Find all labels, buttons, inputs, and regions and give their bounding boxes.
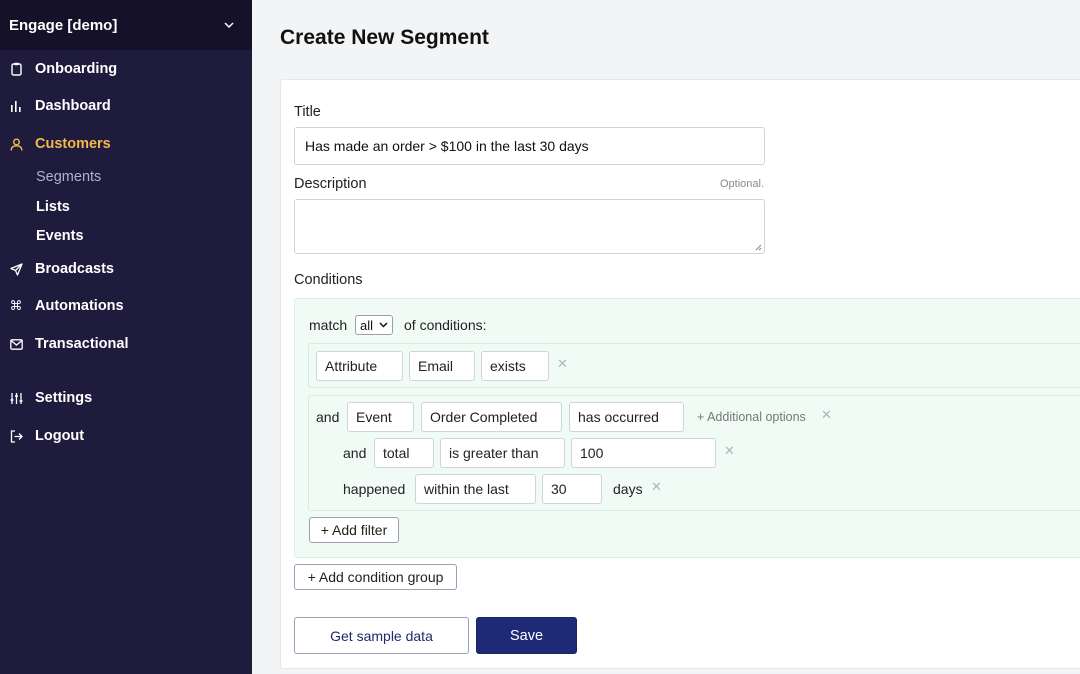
condition-type-select[interactable]: Event bbox=[347, 402, 414, 432]
nav-broadcasts[interactable]: Broadcasts bbox=[0, 257, 252, 281]
subnav-segments[interactable]: Segments bbox=[36, 169, 101, 185]
nav-automations[interactable]: ⌘ Automations bbox=[0, 294, 252, 318]
sidebar: Engage [demo] Onboarding Dashboard Custo… bbox=[0, 0, 252, 674]
event-name-select[interactable]: Order Completed bbox=[421, 402, 562, 432]
add-filter-button[interactable]: + Add filter bbox=[309, 517, 399, 543]
page-title: Create New Segment bbox=[280, 26, 489, 49]
workspace-name: Engage [demo] bbox=[9, 16, 118, 34]
additional-options-link[interactable]: + Additional options bbox=[697, 410, 806, 424]
title-input[interactable]: Has made an order > $100 in the last 30 … bbox=[294, 127, 765, 165]
attribute-field-select[interactable]: Email bbox=[409, 351, 475, 381]
nav-logout[interactable]: Logout bbox=[0, 424, 252, 448]
chevron-down-icon bbox=[379, 322, 388, 328]
get-sample-data-button[interactable]: Get sample data bbox=[294, 617, 469, 654]
command-icon: ⌘ bbox=[9, 298, 23, 314]
match-select[interactable]: all bbox=[355, 315, 394, 335]
optional-hint: Optional. bbox=[720, 178, 765, 190]
event-operator-select[interactable]: has occurred bbox=[569, 402, 684, 432]
nav-label: Broadcasts bbox=[35, 261, 114, 277]
time-value-input[interactable]: 30 bbox=[542, 474, 602, 504]
filter-field-select[interactable]: total bbox=[374, 438, 434, 468]
nav-customers[interactable]: Customers bbox=[0, 132, 252, 156]
match-suffix: of conditions: bbox=[404, 317, 487, 333]
nav-onboarding[interactable]: Onboarding bbox=[0, 57, 252, 81]
nav-label: Dashboard bbox=[35, 98, 111, 114]
send-icon bbox=[9, 262, 23, 276]
resize-grip-icon[interactable] bbox=[754, 243, 762, 251]
remove-condition-icon[interactable]: ✕ bbox=[557, 356, 568, 372]
nav-settings[interactable]: Settings bbox=[0, 386, 252, 410]
match-select-value: all bbox=[360, 317, 374, 333]
bar-chart-icon bbox=[9, 99, 23, 113]
remove-condition-icon[interactable]: ✕ bbox=[821, 407, 832, 423]
workspace-switcher[interactable]: Engage [demo] bbox=[0, 0, 252, 50]
attribute-operator-select[interactable]: exists bbox=[481, 351, 549, 381]
subnav-events[interactable]: Events bbox=[36, 228, 84, 244]
mail-icon bbox=[9, 337, 23, 351]
time-unit-label: days bbox=[613, 481, 643, 497]
filter-operator-select[interactable]: is greater than bbox=[440, 438, 565, 468]
save-button[interactable]: Save bbox=[476, 617, 577, 654]
condition-type-select[interactable]: Attribute bbox=[316, 351, 403, 381]
conditions-label: Conditions bbox=[294, 272, 363, 288]
and-connector: and bbox=[343, 445, 367, 461]
nav-label: Customers bbox=[35, 136, 111, 152]
filter-value-input[interactable]: 100 bbox=[571, 438, 716, 468]
nav-label: Automations bbox=[35, 298, 124, 314]
chevron-down-icon bbox=[224, 22, 234, 29]
remove-time-filter-icon[interactable]: ✕ bbox=[651, 479, 662, 495]
description-textarea[interactable] bbox=[294, 199, 765, 254]
nav-dashboard[interactable]: Dashboard bbox=[0, 94, 252, 118]
nav-label: Settings bbox=[35, 390, 93, 406]
user-icon bbox=[9, 137, 23, 151]
time-operator-select[interactable]: within the last bbox=[415, 474, 536, 504]
add-condition-group-button[interactable]: + Add condition group bbox=[294, 564, 457, 590]
nav-label: Transactional bbox=[35, 336, 129, 352]
logout-icon bbox=[9, 429, 23, 443]
description-label: Description bbox=[294, 176, 367, 192]
clipboard-icon bbox=[9, 62, 23, 76]
subnav-lists[interactable]: Lists bbox=[36, 199, 70, 215]
sliders-icon bbox=[9, 391, 23, 405]
and-connector: and bbox=[316, 409, 340, 425]
title-label: Title bbox=[294, 104, 321, 120]
nav-transactional[interactable]: Transactional bbox=[0, 332, 252, 356]
happened-label: happened bbox=[343, 481, 406, 497]
nav-label: Logout bbox=[35, 428, 85, 444]
remove-filter-icon[interactable]: ✕ bbox=[724, 443, 735, 459]
match-prefix: match bbox=[309, 317, 348, 333]
nav-label: Onboarding bbox=[35, 61, 118, 77]
